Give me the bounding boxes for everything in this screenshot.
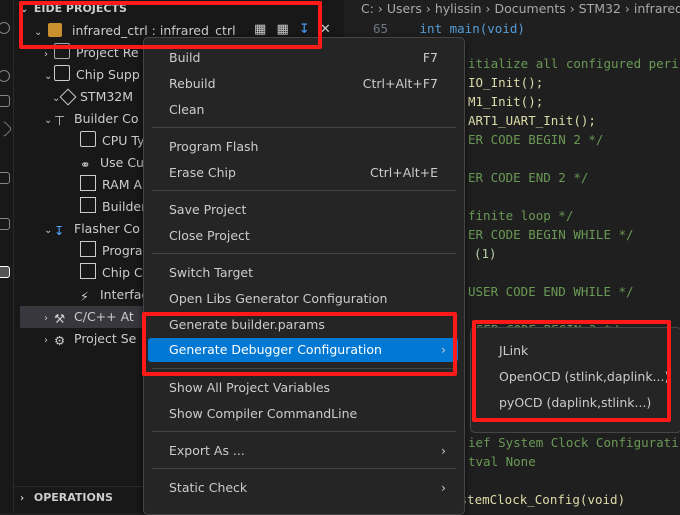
- code-line: ART1_UART_Init();: [468, 113, 596, 128]
- tree-item-project-settings[interactable]: › ⚙ Project Se: [44, 328, 136, 350]
- code-line: (1): [474, 246, 497, 261]
- menu-separator: [152, 190, 456, 191]
- cpu-icon: [80, 131, 96, 147]
- menu-item-close-project[interactable]: Close Project: [148, 224, 458, 248]
- tree-item-builder-config[interactable]: ⌄ ⊤ Builder Co: [44, 108, 139, 130]
- menu-separator: [152, 468, 456, 469]
- hammer-icon: ⊤: [54, 114, 66, 129]
- code-line: ief System Clock Configurati: [468, 435, 679, 450]
- operations-title: OPERATIONS: [33, 491, 113, 504]
- menu-item-build[interactable]: Build F7: [148, 46, 458, 70]
- file-icon: [80, 241, 96, 257]
- menu-item-save-project[interactable]: Save Project: [148, 198, 458, 222]
- code-line: USER CODE END WHILE */: [468, 284, 634, 299]
- file-options-icon: [80, 197, 96, 213]
- menu-item-open-libs[interactable]: Open Libs Generator Configuration: [148, 287, 458, 311]
- tree-item-label: Builder Co: [74, 111, 139, 126]
- tree-item-stm32[interactable]: ⌄ STM32M: [52, 86, 133, 108]
- tree-item-interface[interactable]: ⚡ Interfac: [80, 284, 148, 306]
- run-debug-icon[interactable]: [0, 120, 13, 138]
- code-line: itialize all configured peri: [468, 56, 679, 71]
- tree-item-ram[interactable]: RAM An: [80, 174, 150, 196]
- tree-item-flasher-config[interactable]: ⌄ ↧ Flasher Co: [44, 218, 140, 240]
- menu-item-static-check[interactable]: Static Check ›: [148, 476, 458, 500]
- tree-item-cpu-type[interactable]: CPU Typ: [80, 130, 152, 152]
- menu-item-clean[interactable]: Clean: [148, 98, 458, 122]
- activity-bar: [0, 0, 14, 513]
- context-menu: Build F7 Rebuild Ctrl+Alt+F7 Clean Program…: [143, 37, 465, 515]
- menu-separator: [152, 253, 456, 254]
- code-line: ystemClock_Config(void): [452, 492, 626, 507]
- code-line: ER CODE BEGIN 2 */: [468, 132, 604, 147]
- menu-item-switch-target[interactable]: Switch Target: [148, 261, 458, 285]
- menu-item-export-as[interactable]: Export As ... ›: [148, 439, 458, 463]
- plug-icon: ⚡: [80, 289, 89, 304]
- tree-item-label: Project Se: [74, 331, 137, 346]
- chevron-right-icon: ›: [20, 493, 25, 504]
- code-line: ER CODE END 2 */: [468, 170, 589, 185]
- explorer-icon[interactable]: [0, 22, 10, 34]
- chip-icon: [80, 263, 96, 279]
- code-line: ER CODE BEGIN WHILE */: [468, 227, 634, 242]
- code-line: tval None: [468, 454, 536, 469]
- download-icon: ↧: [54, 223, 65, 238]
- chip-icon: [54, 65, 70, 81]
- remote-icon[interactable]: [0, 218, 10, 230]
- code-line: M1_Init();: [468, 94, 544, 109]
- menu-item-show-variables[interactable]: Show All Project Variables: [148, 376, 458, 400]
- code-line: 65 int main(void): [344, 19, 525, 38]
- chevron-right-icon: ›: [441, 443, 446, 458]
- operations-header[interactable]: › OPERATIONS: [20, 489, 113, 507]
- highlight-box-submenu: [472, 320, 671, 422]
- tree-item-label: Interfac: [100, 287, 149, 302]
- source-control-icon[interactable]: [0, 95, 10, 107]
- key-icon: ⚭: [80, 157, 91, 172]
- tree-item-chip-config[interactable]: Chip Co: [80, 262, 150, 284]
- highlight-box-menu: [142, 312, 457, 376]
- menu-separator: [152, 127, 456, 128]
- code-line: finite loop */: [468, 208, 574, 223]
- package-icon: [59, 88, 77, 106]
- memory-icon: [80, 175, 96, 191]
- menu-item-erase-chip[interactable]: Erase Chip Ctrl+Alt+E: [148, 161, 458, 185]
- gear-icon: ⚙: [54, 333, 66, 348]
- search-icon[interactable]: [0, 70, 10, 82]
- code-text: int main(void): [419, 21, 525, 36]
- eide-icon[interactable]: [0, 266, 10, 278]
- tree-item-chip-support[interactable]: ⌄ Chip Supp: [44, 64, 140, 86]
- breadcrumb[interactable]: C: › Users › hylissin › Documents › STM3…: [361, 1, 680, 16]
- menu-item-program-flash[interactable]: Program Flash: [148, 135, 458, 159]
- wrench-icon: ⚒: [54, 311, 66, 326]
- menu-separator: [152, 431, 456, 432]
- menu-item-show-compiler-cmd[interactable]: Show Compiler CommandLine: [148, 402, 458, 426]
- tree-item-use-custom[interactable]: ⚭ Use Cus: [80, 152, 151, 174]
- extensions-icon[interactable]: [0, 172, 10, 184]
- tree-item-label: Flasher Co: [74, 221, 140, 236]
- code-line: IO_Init();: [468, 75, 544, 90]
- highlight-box-project: [19, 1, 322, 49]
- line-number: 65: [372, 21, 388, 36]
- menu-item-rebuild[interactable]: Rebuild Ctrl+Alt+F7: [148, 72, 458, 96]
- tree-item-label: Chip Supp: [76, 67, 140, 82]
- tree-item-label: STM32M: [80, 89, 134, 104]
- tree-item-label: C/C++ At: [74, 309, 134, 324]
- chevron-right-icon: ›: [441, 480, 446, 495]
